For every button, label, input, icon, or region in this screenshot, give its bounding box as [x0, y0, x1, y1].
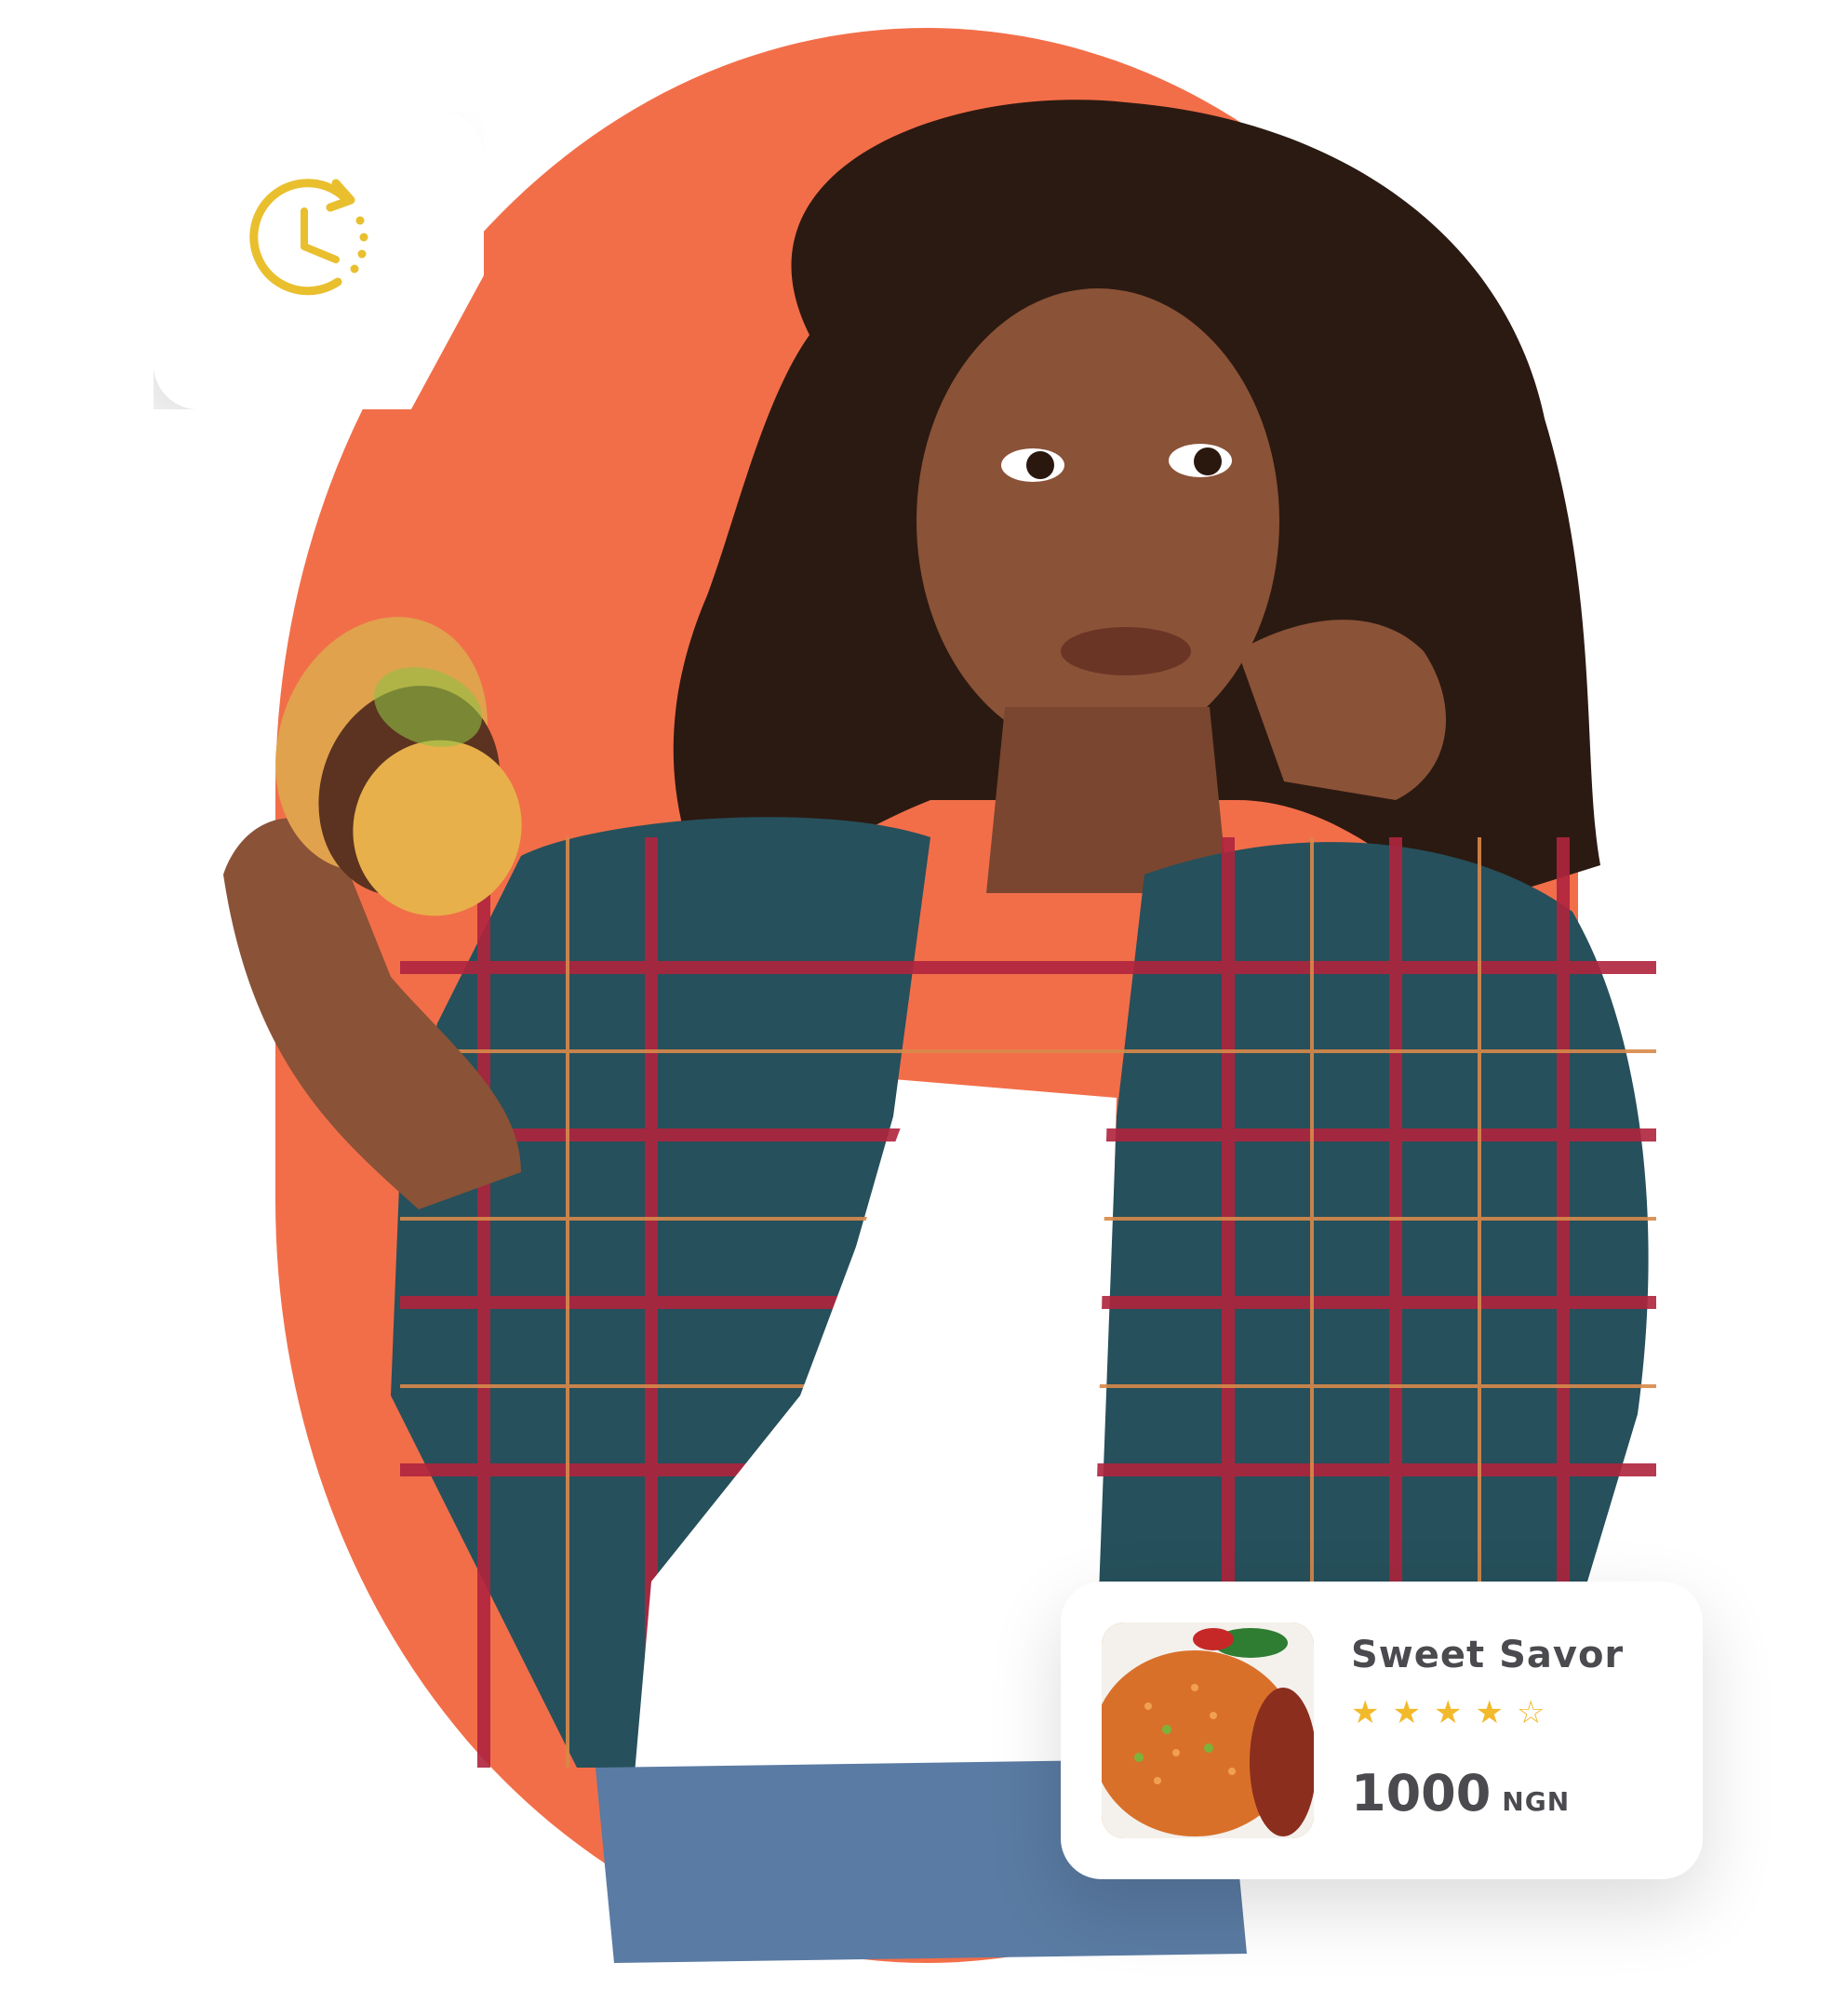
- star-empty-icon: ☆: [1516, 1694, 1545, 1731]
- jollof-rice-image: [1102, 1622, 1314, 1838]
- star-filled-icon: ★: [1475, 1694, 1504, 1731]
- star-filled-icon: ★: [1351, 1694, 1380, 1731]
- clock-history-icon: [248, 179, 368, 296]
- clock-badge: [154, 112, 484, 409]
- product-thumbnail: [1102, 1622, 1314, 1838]
- product-price: 1000 NGN: [1351, 1764, 1570, 1822]
- product-name: Sweet Savor: [1351, 1634, 1625, 1676]
- price-currency: NGN: [1502, 1786, 1571, 1817]
- product-rating: ★ ★ ★ ★ ☆: [1351, 1697, 1545, 1729]
- star-filled-icon: ★: [1433, 1694, 1463, 1731]
- price-amount: 1000: [1351, 1764, 1492, 1822]
- star-filled-icon: ★: [1392, 1694, 1421, 1731]
- product-card[interactable]: Sweet Savor ★ ★ ★ ★ ☆ 1000 NGN: [1061, 1582, 1703, 1879]
- hero-face: [916, 288, 1279, 754]
